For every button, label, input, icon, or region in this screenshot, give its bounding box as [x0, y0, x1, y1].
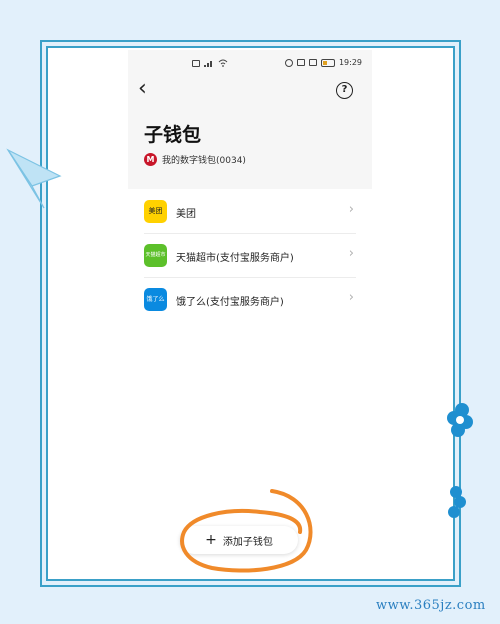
back-button[interactable]: ‹ [138, 78, 158, 100]
list-item-tmall[interactable]: 天猫超市 天猫超市(支付宝服务商户) › [144, 234, 356, 278]
status-left-icons [192, 59, 228, 67]
list-item-eleme[interactable]: 饿了么 饿了么(支付宝服务商户) › [144, 278, 356, 322]
add-sub-wallet-button[interactable]: + 添加子钱包 [180, 526, 298, 554]
list-item-label: 天猫超市(支付宝服务商户) [176, 253, 294, 264]
nfc-icon [284, 58, 293, 67]
eleme-logo-icon: 饿了么 [144, 288, 167, 311]
page-title: 子钱包 [144, 124, 202, 146]
wifi-icon [218, 59, 228, 67]
vibrate-icon [308, 59, 317, 66]
list-item-label: 美团 [176, 209, 196, 220]
tmall-logo-icon: 天猫超市 [144, 244, 167, 267]
mute-icon [296, 59, 305, 66]
page-header: 19:29 ‹ ? 子钱包 M 我的数字钱包(0034) [128, 50, 372, 189]
chevron-right-icon: › [348, 290, 354, 305]
signal-icon [204, 61, 212, 67]
sub-wallet-list: 美团 美团 › 天猫超市 天猫超市(支付宝服务商户) › 饿了么 饿了么(支付宝… [144, 190, 356, 322]
flower-decoration-icon [447, 403, 473, 437]
plus-icon: + [205, 532, 217, 548]
chevron-right-icon: › [348, 246, 354, 261]
cmb-logo-icon: M [144, 153, 157, 166]
meituan-logo-icon: 美团 [144, 200, 167, 223]
status-time: 19:29 [338, 58, 362, 67]
add-sub-wallet-label: 添加子钱包 [222, 536, 273, 548]
paper-plane-icon [6, 148, 62, 209]
chevron-right-icon: › [348, 202, 354, 217]
watermark: www.365jz.com [376, 598, 486, 613]
status-bar: 19:29 [128, 58, 372, 72]
wallet-account-label: 我的数字钱包(0034) [162, 156, 246, 166]
status-right-icons: 19:29 [284, 58, 362, 67]
phone-screen: 19:29 ‹ ? 子钱包 M 我的数字钱包(0034) 美团 美团 › 天猫超… [128, 50, 372, 570]
list-item-meituan[interactable]: 美团 美团 › [144, 190, 356, 234]
help-button[interactable]: ? [336, 82, 353, 99]
wallet-account-row: M 我的数字钱包(0034) [144, 153, 246, 166]
battery-icon [320, 58, 335, 67]
list-item-label: 饿了么(支付宝服务商户) [176, 297, 284, 308]
flower-decoration-icon [448, 486, 466, 518]
sim-icon [192, 59, 200, 67]
